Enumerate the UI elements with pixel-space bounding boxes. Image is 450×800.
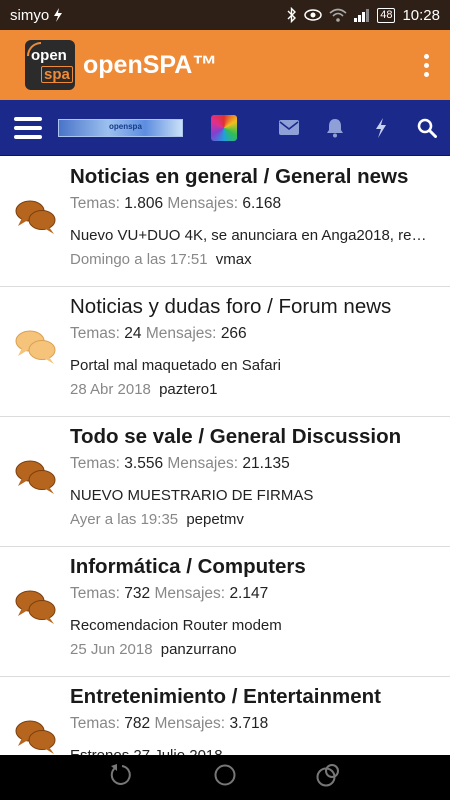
temas-count: 3.556: [124, 455, 164, 472]
mensajes-label: Mensajes:: [145, 325, 217, 342]
mensajes-count: 2.147: [229, 585, 269, 602]
last-post-title[interactable]: NUEVO MUESTRARIO DE FIRMAS: [70, 486, 438, 506]
forum-content: Entretenimiento / Entertainment Temas: 7…: [70, 684, 438, 755]
forum-content: Noticias en general / General news Temas…: [70, 164, 438, 270]
temas-count: 732: [124, 585, 151, 602]
bell-icon[interactable]: [324, 117, 346, 139]
forum-title[interactable]: Entretenimiento / Entertainment: [70, 684, 438, 710]
mensajes-label: Mensajes:: [154, 585, 226, 602]
kaleidoscope-icon[interactable]: [211, 114, 237, 141]
menu-icon[interactable]: [14, 116, 42, 139]
forum-row[interactable]: Noticias en general / General news Temas…: [0, 157, 450, 287]
forum-stats: Temas: 732 Mensajes: 2.147: [70, 584, 438, 604]
forum-row[interactable]: Todo se vale / General Discussion Temas:…: [0, 417, 450, 547]
banner-text: openspa: [109, 121, 142, 131]
mensajes-label: Mensajes:: [167, 195, 239, 212]
temas-count: 782: [124, 715, 151, 732]
last-post-date: 25 Jun 2018: [70, 641, 153, 658]
mensajes-count: 3.718: [229, 715, 269, 732]
status-bar: simyo 48 10:28: [0, 0, 450, 30]
carrier-group: simyo: [10, 7, 63, 24]
last-post-user[interactable]: pepetmv: [186, 511, 244, 528]
last-post-title[interactable]: Nuevo VU+DUO 4K, se anunciara en Anga201…: [70, 226, 438, 246]
logo-word-open: open: [31, 47, 67, 64]
recents-icon[interactable]: [315, 762, 341, 793]
forum-content: Noticias y dudas foro / Forum news Temas…: [70, 294, 438, 400]
banner-image[interactable]: openspa: [58, 118, 183, 137]
status-icons: 48 10:28: [287, 7, 440, 24]
temas-count: 1.806: [124, 195, 164, 212]
last-post-meta: 28 Abr 2018 paztero1: [70, 380, 438, 400]
forum-stats: Temas: 24 Mensajes: 266: [70, 324, 438, 344]
last-post-meta: 25 Jun 2018 panzurrano: [70, 640, 438, 660]
wifi-icon: [329, 8, 347, 22]
forum-title[interactable]: Informática / Computers: [70, 554, 438, 580]
temas-count: 24: [124, 325, 142, 342]
last-post-user[interactable]: vmax: [216, 251, 252, 268]
forum-row[interactable]: Noticias y dudas foro / Forum news Temas…: [0, 287, 450, 417]
mensajes-label: Mensajes:: [154, 715, 226, 732]
temas-label: Temas:: [70, 325, 120, 342]
mensajes-count: 21.135: [242, 455, 290, 472]
app-bar: open spa openSPA™: [0, 30, 450, 100]
temas-label: Temas:: [70, 585, 120, 602]
back-icon[interactable]: [109, 762, 135, 793]
forum-title[interactable]: Noticias y dudas foro / Forum news: [70, 294, 438, 320]
last-post-user[interactable]: paztero1: [159, 381, 217, 398]
nav-actions: [278, 117, 438, 139]
forum-nav-bar: openspa: [0, 100, 450, 156]
app-logo[interactable]: open spa: [25, 40, 75, 90]
last-post-title[interactable]: Portal mal maquetado en Safari: [70, 356, 438, 376]
forum-unread-icon: [14, 588, 58, 628]
search-icon[interactable]: [416, 117, 438, 139]
battery-icon: 48: [377, 7, 396, 23]
forum-stats: Temas: 782 Mensajes: 3.718: [70, 714, 438, 734]
temas-label: Temas:: [70, 715, 120, 732]
forum-row[interactable]: Entretenimiento / Entertainment Temas: 7…: [0, 677, 450, 755]
lightning-icon[interactable]: [370, 117, 392, 139]
last-post-title[interactable]: Recomendacion Router modem: [70, 616, 438, 636]
last-post-meta: Domingo a las 17:51 vmax: [70, 250, 438, 270]
app-title: openSPA™: [83, 50, 218, 79]
system-navigation-bar: [0, 755, 450, 800]
last-post-date: Domingo a las 17:51: [70, 251, 208, 268]
home-icon[interactable]: [213, 763, 237, 792]
last-post-title[interactable]: Estrenos 27 Julio 2018: [70, 746, 438, 755]
last-post-date: Ayer a las 19:35: [70, 511, 179, 528]
last-post-date: 28 Abr 2018: [70, 381, 151, 398]
eye-icon: [304, 9, 322, 21]
temas-label: Temas:: [70, 195, 120, 212]
last-post-meta: Ayer a las 19:35 pepetmv: [70, 510, 438, 530]
bluetooth-icon: [287, 7, 297, 23]
forum-list: Noticias en general / General news Temas…: [0, 157, 450, 755]
forum-row[interactable]: Informática / Computers Temas: 732 Mensa…: [0, 547, 450, 677]
forum-unread-icon: [14, 198, 58, 238]
mensajes-label: Mensajes:: [167, 455, 239, 472]
forum-content: Todo se vale / General Discussion Temas:…: [70, 424, 438, 530]
forum-unread-icon: [14, 458, 58, 498]
forum-stats: Temas: 3.556 Mensajes: 21.135: [70, 454, 438, 474]
mail-icon[interactable]: [278, 117, 300, 139]
forum-read-icon: [14, 328, 58, 368]
forum-content: Informática / Computers Temas: 732 Mensa…: [70, 554, 438, 660]
mensajes-count: 266: [220, 325, 247, 342]
signal-icon: [354, 8, 370, 22]
temas-label: Temas:: [70, 455, 120, 472]
carrier-name: simyo: [10, 6, 50, 24]
mensajes-count: 6.168: [242, 195, 282, 212]
logo-word-spa: spa: [41, 66, 73, 83]
forum-stats: Temas: 1.806 Mensajes: 6.168: [70, 194, 438, 214]
clock: 10:28: [402, 6, 440, 24]
flash-icon: [53, 8, 63, 22]
forum-title[interactable]: Todo se vale / General Discussion: [70, 424, 438, 450]
overflow-menu-icon[interactable]: [414, 53, 438, 77]
forum-title[interactable]: Noticias en general / General news: [70, 164, 438, 190]
forum-unread-icon: [14, 718, 58, 755]
last-post-user[interactable]: panzurrano: [161, 641, 237, 658]
